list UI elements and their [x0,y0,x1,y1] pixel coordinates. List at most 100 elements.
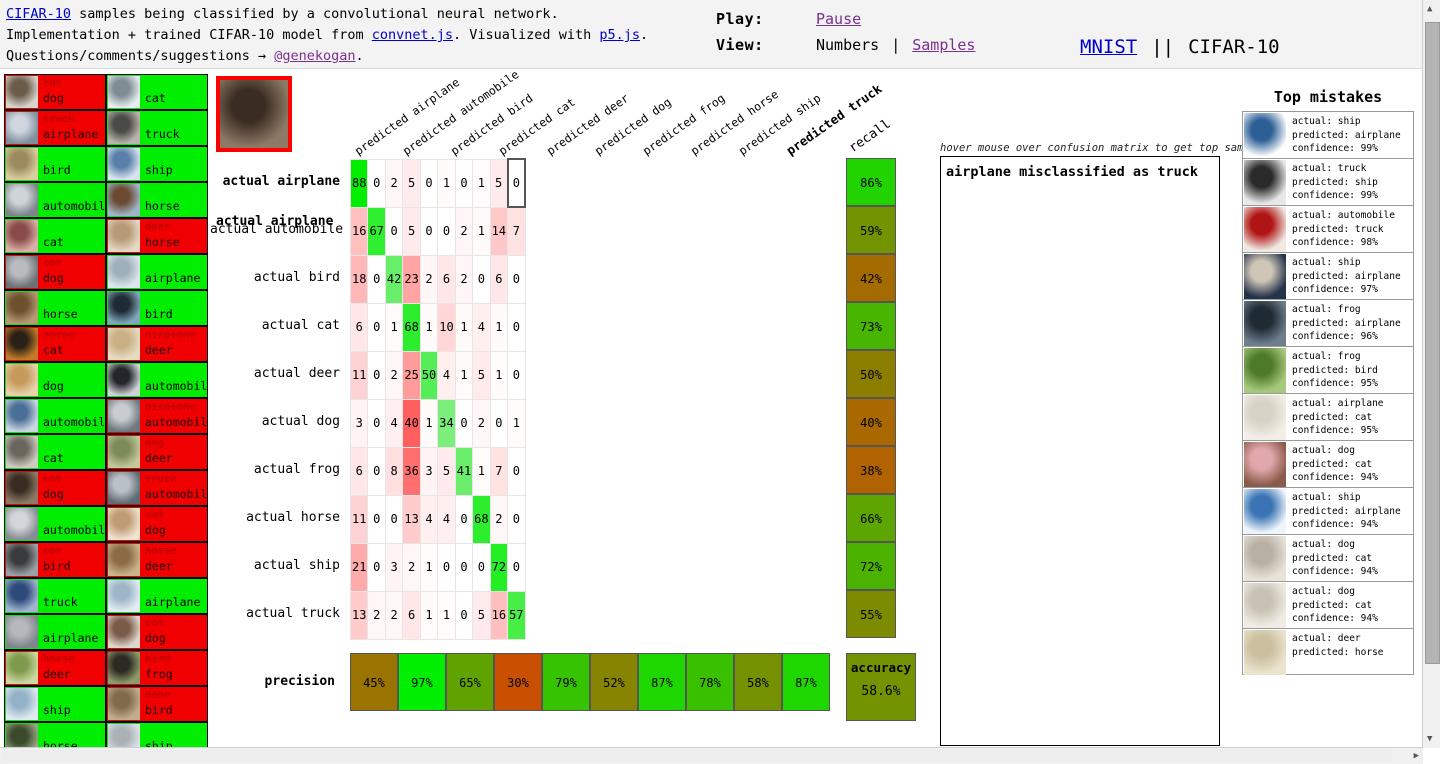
mistake-row[interactable]: actual: dog predicted: cat confidence: 94% [1242,534,1414,581]
matrix-cell[interactable]: 0 [454,158,474,208]
matrix-cell[interactable]: 0 [454,542,474,592]
matrix-cell[interactable]: 0 [507,494,526,544]
matrix-cell[interactable]: 2 [472,398,491,448]
matrix-cell[interactable]: 13 [349,590,369,640]
sample-cell[interactable]: ship [4,686,106,722]
matrix-cell[interactable]: 0 [472,542,491,592]
matrix-cell[interactable]: 34 [437,398,456,448]
sample-cell[interactable]: airplane automobile [106,398,208,434]
sample-cell[interactable]: ship [106,722,208,750]
sample-cell[interactable]: automobile [4,398,106,434]
sample-cell[interactable]: truck [4,578,106,614]
dataset-mnist-link[interactable]: MNIST [1080,36,1137,58]
mistake-row[interactable]: actual: airplane predicted: cat confidence… [1242,393,1414,440]
matrix-cell[interactable]: 4 [472,302,491,352]
matrix-cell[interactable]: 0 [367,350,386,400]
matrix-cell[interactable]: 1 [419,302,439,352]
view-mode-samples[interactable]: Samples [912,36,975,54]
sample-cell[interactable]: automobile [4,182,106,218]
matrix-cell[interactable]: 23 [402,254,421,304]
sample-cell[interactable]: cat [106,74,208,110]
matrix-cell[interactable]: 1 [507,398,526,448]
matrix-cells[interactable]: 88 0 2 5 0 1 0 1 5 0 16 67 0 5 0 0 2 1 14 7 18 0 42 23 2 6 2 0 6 0 6 0 1… [349,158,527,640]
matrix-cell[interactable]: 0 [507,254,526,304]
matrix-cell[interactable]: 5 [489,158,509,208]
matrix-cell[interactable]: 36 [402,446,421,496]
matrix-cell[interactable]: 7 [489,446,509,496]
matrix-cell[interactable]: 0 [419,206,439,256]
matrix-cell[interactable]: 0 [507,302,526,352]
sample-cell[interactable]: horse [4,722,106,750]
matrix-cell[interactable]: 10 [437,302,456,352]
matrix-cell[interactable]: 67 [367,206,386,256]
matrix-cell[interactable]: 40 [402,398,421,448]
matrix-cell[interactable]: 0 [437,206,456,256]
horizontal-scroll-thumb[interactable] [2,750,1392,761]
matrix-cell[interactable]: 50 [419,350,439,400]
sample-cell[interactable]: horse [4,290,106,326]
matrix-cell[interactable]: 0 [367,302,386,352]
vertical-scrollbar[interactable]: ▲ ▼ [1422,0,1440,748]
matrix-cell[interactable]: 6 [489,254,509,304]
sample-cell[interactable]: horse deer [4,650,106,686]
mistake-row[interactable]: actual: ship predicted: airplane confidenc… [1242,487,1414,534]
matrix-cell[interactable]: 1 [454,350,474,400]
matrix-cell[interactable]: 8 [384,446,404,496]
matrix-cell[interactable]: 0 [367,542,386,592]
matrix-cell[interactable]: 3 [349,398,369,448]
matrix-cell[interactable]: 2 [402,542,421,592]
sample-cell[interactable]: bird frog [106,650,208,686]
matrix-cell[interactable]: 6 [349,446,369,496]
sample-cell[interactable]: bird [4,146,106,182]
sample-cell[interactable]: bird [106,290,208,326]
matrix-cell[interactable]: 16 [489,590,509,640]
p5js-link[interactable]: p5.js [599,27,640,43]
matrix-cell[interactable]: 1 [419,542,439,592]
sample-cell[interactable]: cat dog [106,506,208,542]
matrix-cell[interactable]: 0 [367,398,386,448]
matrix-cell[interactable]: 0 [367,494,386,544]
matrix-cell[interactable]: 0 [384,206,404,256]
matrix-cell[interactable]: 21 [349,542,369,592]
cifar10-link[interactable]: CIFAR-10 [6,6,71,22]
matrix-cell[interactable]: 41 [454,446,474,496]
sample-cell[interactable]: deer horse [106,218,208,254]
matrix-cell[interactable]: 72 [489,542,509,592]
scroll-up-arrow[interactable]: ▲ [1427,4,1432,14]
matrix-cell[interactable]: 4 [437,350,456,400]
matrix-cell[interactable]: 1 [472,206,491,256]
matrix-cell[interactable]: 25 [402,350,421,400]
mistake-row[interactable]: actual: dog predicted: cat confidence: 94% [1242,581,1414,628]
matrix-cell[interactable]: 0 [507,446,526,496]
matrix-cell[interactable]: 2 [454,206,474,256]
sample-cell[interactable]: cat dog [4,254,106,290]
matrix-cell[interactable]: 88 [349,158,369,208]
matrix-cell[interactable]: 3 [419,446,439,496]
mistake-list[interactable]: actual: ship predicted: airplane confidenc… [1242,111,1414,675]
mistake-row[interactable]: actual: automobile predicted: truck confid… [1242,205,1414,252]
pause-button[interactable]: Pause [816,10,861,28]
matrix-cell[interactable]: 0 [472,254,491,304]
matrix-cell[interactable]: 1 [472,158,491,208]
matrix-cell[interactable]: 0 [367,254,386,304]
matrix-cell[interactable]: 1 [384,302,404,352]
matrix-cell[interactable]: 2 [489,494,509,544]
matrix-cell[interactable]: 0 [507,350,526,400]
matrix-cell[interactable]: 1 [489,302,509,352]
matrix-cell[interactable]: 4 [419,494,439,544]
sample-cell[interactable]: airplane [4,614,106,650]
scroll-right-arrow[interactable]: ▶ [1414,751,1419,761]
matrix-cell[interactable]: 68 [402,302,421,352]
matrix-cell[interactable]: 7 [507,206,526,256]
matrix-cell[interactable]: 5 [437,446,456,496]
matrix-cell[interactable]: 5 [402,206,421,256]
matrix-cell[interactable]: 0 [454,494,474,544]
matrix-cell[interactable]: 0 [367,446,386,496]
mistake-row[interactable]: actual: ship predicted: airplane confidenc… [1242,252,1414,299]
vertical-scroll-thumb[interactable] [1425,22,1440,664]
matrix-cell[interactable]: 68 [472,494,491,544]
mistake-row[interactable]: actual: truck predicted: ship confidence: … [1242,158,1414,205]
sample-cell[interactable]: cat [4,218,106,254]
matrix-cell[interactable]: 1 [437,158,456,208]
sample-cell[interactable]: cat bird [4,542,106,578]
